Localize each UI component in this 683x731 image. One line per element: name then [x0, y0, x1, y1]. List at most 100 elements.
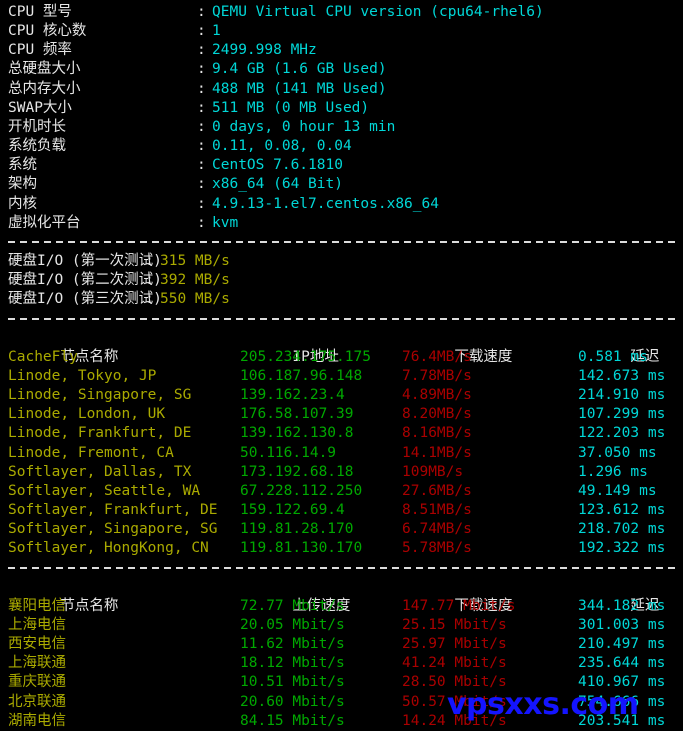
cell-download-speed: 28.50 Mbit/s — [402, 674, 507, 691]
disk-io-row: 硬盘I/O (第一次测试): 315 MB/s — [8, 252, 683, 271]
cell-download-speed: 50.57 Mbit/s — [402, 693, 507, 710]
cell-ip-address: 173.192.68.18 — [240, 463, 354, 480]
system-info-value: QEMU Virtual CPU version (cpu64-rhel6) — [212, 4, 544, 20]
cell-ip-address: 139.162.23.4 — [240, 387, 345, 404]
cell-upload-speed: 20.60 Mbit/s — [240, 693, 345, 710]
cell-download-speed: 27.6MB/s — [402, 482, 472, 499]
cell-latency: 37.050 ms — [578, 444, 657, 461]
cell-latency: 210.497 ms — [578, 636, 666, 653]
system-info-row: CPU 频率:2499.998 MHz — [8, 41, 683, 60]
table-row: Softlayer, Frankfurt, DE 159.122.69.4 8.51… — [8, 501, 683, 520]
cell-download-speed: 4.89MB/s — [402, 387, 472, 404]
system-info-colon: : — [197, 195, 206, 212]
system-info-colon: : — [197, 42, 206, 59]
cell-node-name: Softlayer, Frankfurt, DE — [8, 502, 218, 519]
cell-latency: 1.296 ms — [578, 463, 648, 480]
cell-upload-speed: 11.62 Mbit/s — [240, 636, 345, 653]
table-row: 北京联通 20.60 Mbit/s 50.57 Mbit/s 754.666 ms — [8, 693, 683, 712]
system-info-label: 总内存大小 — [8, 80, 81, 97]
cell-ip-address: 176.58.107.39 — [240, 406, 354, 423]
system-info-row: SWAP大小:511 MB (0 MB Used) — [8, 99, 683, 118]
system-info-colon: : — [197, 214, 206, 231]
cell-node-name: Softlayer, Singapore, SG — [8, 521, 218, 538]
cell-download-speed: 8.20MB/s — [402, 406, 472, 423]
cell-node-name: CacheFly — [8, 348, 78, 365]
cell-latency: 122.203 ms — [578, 425, 666, 442]
cell-latency: 235.644 ms — [578, 655, 666, 672]
system-info-row: 虚拟化平台: kvm — [8, 214, 683, 233]
table-header-row: 节点名称 上传速度 下载速度 延迟 — [8, 578, 683, 614]
cell-upload-speed: 84.15 Mbit/s — [240, 712, 345, 729]
system-info-colon: : — [197, 138, 206, 155]
table-row: Linode, London, UK 176.58.107.39 8.20MB/s 1… — [8, 405, 683, 424]
cell-download-speed: 147.77 Mbit/s — [402, 597, 516, 614]
cell-node-name: Linode, Fremont, CA — [8, 444, 174, 461]
cell-ip-address: 139.162.130.8 — [240, 425, 354, 442]
cell-latency: 123.612 ms — [578, 502, 666, 519]
system-info-colon: : — [197, 23, 206, 40]
cell-upload-speed: 72.77 Mbit/s — [240, 597, 345, 614]
system-info-row: 系统: CentOS 7.6.1810 — [8, 156, 683, 175]
system-info-value: CentOS 7.6.1810 — [212, 157, 343, 174]
cell-ip-address: 67.228.112.250 — [240, 482, 363, 499]
cell-latency: 0.581 ms — [578, 348, 648, 365]
disk-io-row: 硬盘I/O (第二次测试): 392 MB/s — [8, 271, 683, 290]
table-row: 西安电信 11.62 Mbit/s 25.97 Mbit/s 210.497 ms — [8, 635, 683, 654]
disk-io-value: 550 MB/s — [160, 291, 230, 308]
system-info-colon: : — [197, 118, 206, 135]
table-row: Linode, Fremont, CA 50.116.14.9 14.1MB/s 37… — [8, 444, 683, 463]
cn-speedtest-table: 节点名称 上传速度 下载速度 延迟 襄阳电信 72.77 Mbit/s 147.77 Mb… — [8, 578, 683, 731]
cell-upload-speed: 18.12 Mbit/s — [240, 655, 345, 672]
cell-node-name: Linode, Singapore, SG — [8, 387, 192, 404]
system-info-value: 0 days, 0 hour 13 min — [212, 118, 396, 135]
cell-node-name: 重庆联通 — [8, 674, 66, 691]
cell-download-speed: 25.15 Mbit/s — [402, 617, 507, 633]
table-row: 襄阳电信 72.77 Mbit/s 147.77 Mbit/s 344.182 ms — [8, 597, 683, 616]
system-info-label: 虚拟化平台 — [8, 214, 81, 231]
cell-node-name: Linode, London, UK — [8, 406, 166, 423]
system-info-section: CPU 型号: QEMU Virtual CPU version (cpu64-r… — [8, 3, 683, 233]
system-info-value: 9.4 GB (1.6 GB Used) — [212, 61, 387, 78]
cell-ip-address: 50.116.14.9 — [240, 444, 337, 461]
cell-node-name: 襄阳电信 — [8, 597, 66, 614]
table-row: Softlayer, HongKong, CN 119.81.130.170 5.7… — [8, 539, 683, 558]
system-info-colon: : — [197, 99, 206, 116]
system-info-label: 开机时长 — [8, 118, 66, 135]
cell-node-name: 湖南电信 — [8, 712, 66, 729]
system-info-value: 2499.998 MHz — [212, 42, 317, 59]
cell-node-name: 西安电信 — [8, 636, 66, 653]
system-info-label: 架构 — [8, 176, 37, 193]
system-info-value: 488 MB (141 MB Used) — [212, 80, 387, 97]
table-row: Linode, Singapore, SG 139.162.23.4 4.89MB/… — [8, 386, 683, 405]
table-header-row: 节点名称 IP地址 下载速度 延迟 — [8, 329, 683, 365]
system-info-value: 1 — [212, 23, 221, 40]
cell-latency: 754.666 ms — [578, 693, 666, 710]
cell-latency: 49.149 ms — [578, 482, 657, 499]
table-row: 湖南电信 84.15 Mbit/s 14.24 Mbit/s 203.541 ms — [8, 712, 683, 731]
table-row: 重庆联通 10.51 Mbit/s 28.50 Mbit/s 410.967 ms — [8, 673, 683, 692]
cell-upload-speed: 20.05 Mbit/s — [240, 617, 345, 633]
disk-io-section: 硬盘I/O (第一次测试): 315 MB/s 硬盘I/O (第二次测试): 392 … — [8, 252, 683, 309]
system-info-label: 系统负载 — [8, 138, 66, 155]
table-row: CacheFly 205.234.175.175 76.4MB/s 0.581 ms — [8, 348, 683, 367]
system-info-label: SWAP大小 — [8, 99, 72, 116]
cell-node-name: Softlayer, Dallas, TX — [8, 463, 192, 480]
table-row: 上海电信 20.05 Mbit/s 25.15 Mbit/s 301.003 ms — [8, 616, 683, 635]
system-info-label: 内核 — [8, 195, 37, 212]
cell-node-name: 北京联通 — [8, 693, 66, 710]
disk-io-value: 392 MB/s — [160, 272, 230, 289]
table-row: Softlayer, Singapore, SG 119.81.28.170 6.7… — [8, 520, 683, 539]
disk-io-colon: : — [145, 291, 154, 308]
system-info-colon: : — [197, 80, 206, 97]
system-info-value: 511 MB (0 MB Used) — [212, 99, 370, 116]
system-info-colon: : — [197, 176, 206, 193]
table-row: Softlayer, Dallas, TX 173.192.68.18 109MB/… — [8, 463, 683, 482]
system-info-value: x86_64 (64 Bit) — [212, 176, 343, 193]
cell-download-speed: 7.78MB/s — [402, 367, 472, 384]
cell-download-speed: 5.78MB/s — [402, 540, 472, 557]
cell-upload-speed: 10.51 Mbit/s — [240, 674, 345, 691]
system-info-row: CPU 核心数:1 — [8, 22, 683, 41]
disk-io-label: 硬盘I/O (第二次测试) — [8, 272, 162, 289]
disk-io-label: 硬盘I/O (第一次测试) — [8, 253, 162, 270]
system-info-row: 总内存大小:488 MB (141 MB Used) — [8, 80, 683, 99]
